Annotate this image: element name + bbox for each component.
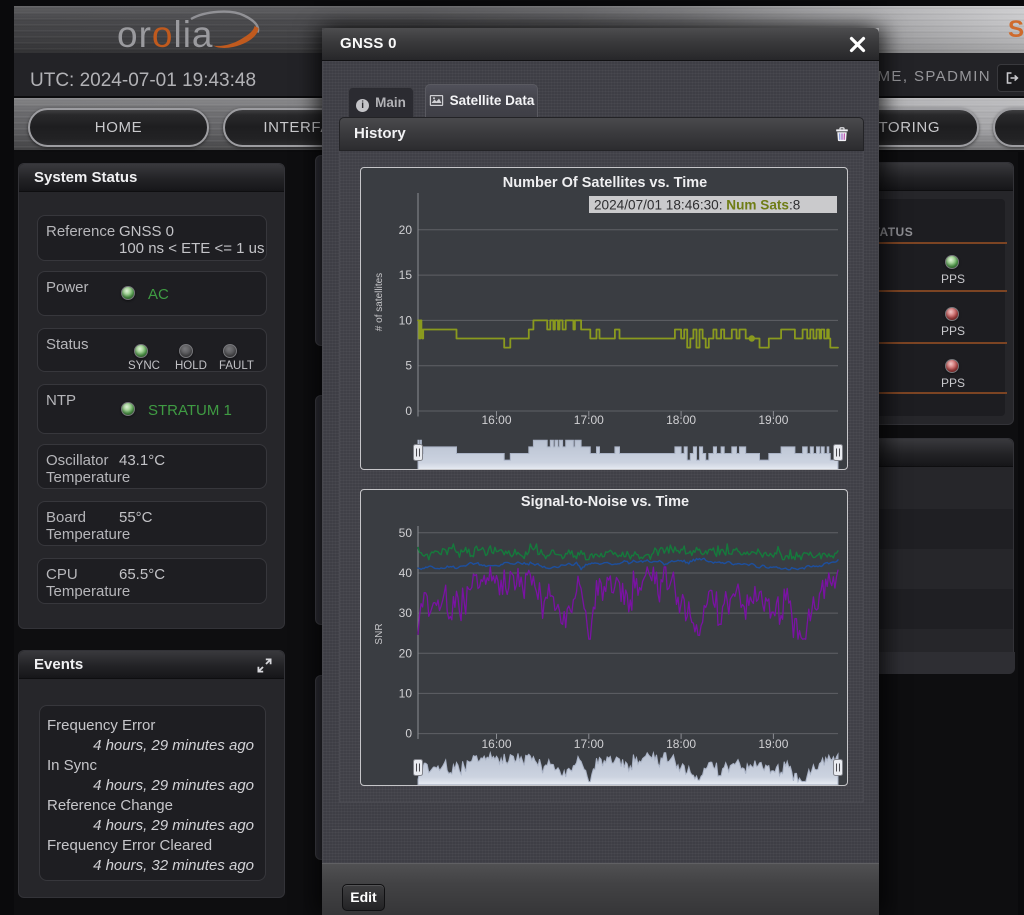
svg-text:Signal-to-Noise vs. Time: Signal-to-Noise vs. Time [521, 494, 689, 510]
svg-text:20: 20 [399, 646, 413, 660]
svg-text:40: 40 [399, 566, 413, 580]
svg-text:18:00: 18:00 [666, 413, 696, 427]
svg-text:17:00: 17:00 [574, 737, 604, 751]
svg-text:16:00: 16:00 [481, 737, 511, 751]
svg-text:0: 0 [405, 727, 412, 741]
svg-text:5: 5 [405, 359, 412, 373]
svg-text:17:00: 17:00 [574, 413, 604, 427]
svg-text:orolia: orolia [117, 14, 214, 55]
svg-text:2024/07/01 18:46:30: Num Sats:: 2024/07/01 18:46:30: Num Sats:8 [594, 198, 800, 213]
svg-text:SNR: SNR [374, 623, 385, 644]
svg-text:0: 0 [405, 404, 412, 418]
svg-text:20: 20 [399, 223, 413, 237]
svg-text:50: 50 [399, 526, 413, 540]
svg-text:19:00: 19:00 [758, 413, 788, 427]
svg-text:18:00: 18:00 [666, 737, 696, 751]
svg-text:10: 10 [399, 686, 413, 700]
svg-text:Number Of Satellites vs. Time: Number Of Satellites vs. Time [503, 175, 707, 191]
svg-text:19:00: 19:00 [758, 737, 788, 751]
svg-text:# of satellites: # of satellites [374, 273, 385, 331]
svg-text:15: 15 [399, 268, 413, 282]
svg-text:16:00: 16:00 [481, 413, 511, 427]
svg-text:30: 30 [399, 606, 413, 620]
svg-text:10: 10 [399, 313, 413, 327]
